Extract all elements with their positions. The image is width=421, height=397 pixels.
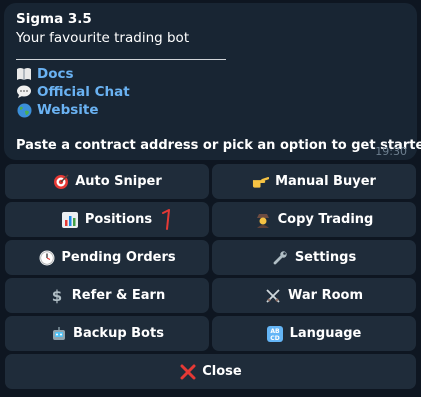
divider [16,59,226,60]
detective-icon [255,211,272,228]
pending-orders-label: Pending Orders [61,250,176,265]
auto-sniper-label: Auto Sniper [75,174,162,189]
pending-orders-button[interactable]: Pending Orders [5,240,209,275]
website-link-row[interactable]: Website [16,102,99,118]
message-subtitle: Your favourite trading bot [16,30,190,46]
abcd-input-icon: AB CD [267,325,284,342]
message-prompt: Paste a contract address or pick an opti… [16,138,421,153]
positions-label: Positions [84,212,153,227]
target-icon [52,173,69,190]
robot-icon [50,325,67,342]
auto-sniper-button[interactable]: Auto Sniper [5,164,209,199]
book-icon [16,66,32,82]
bar-chart-icon [62,211,79,228]
refer-earn-button[interactable]: $ Refer & Earn [5,278,209,313]
backup-bots-button[interactable]: Backup Bots [5,316,209,351]
close-label: Close [202,364,242,379]
refer-earn-label: Refer & Earn [71,288,166,303]
official-chat-link[interactable]: Official Chat [37,84,130,100]
docs-link[interactable]: Docs [37,66,74,82]
message-title: Sigma 3.5 [16,11,92,27]
annotation-mark [162,209,170,230]
backup-bots-label: Backup Bots [73,326,164,341]
war-room-button[interactable]: War Room [212,278,416,313]
official-chat-link-row[interactable]: Official Chat [16,84,130,100]
crossed-swords-icon [265,287,282,304]
language-label: Language [289,326,362,341]
chat-view: Sigma 3.5 Your favourite trading bot Doc… [0,0,421,397]
wrench-icon [272,249,289,266]
settings-label: Settings [294,250,357,265]
message-timestamp: 19:30 [375,145,407,158]
war-room-label: War Room [287,288,363,303]
dollar-icon: $ [49,287,66,304]
copy-trading-button[interactable]: Copy Trading [212,202,416,237]
positions-button[interactable]: Positions [5,202,209,237]
svg-text:CD: CD [270,335,279,342]
svg-text:AB: AB [271,328,281,335]
clock-icon [38,249,55,266]
website-link[interactable]: Website [37,102,99,118]
svg-text:$: $ [52,288,62,304]
docs-link-row[interactable]: Docs [16,66,74,82]
speech-bubble-icon [16,84,32,100]
copy-trading-label: Copy Trading [277,212,374,227]
manual-buyer-label: Manual Buyer [275,174,376,189]
settings-button[interactable]: Settings [212,240,416,275]
globe-icon [16,102,32,118]
manual-buyer-button[interactable]: Manual Buyer [212,164,416,199]
language-button[interactable]: AB CD Language [212,316,416,351]
close-button[interactable]: Close [5,354,416,389]
pointing-hand-icon [252,173,270,190]
bot-message-bubble: Sigma 3.5 Your favourite trading bot Doc… [4,3,421,160]
red-x-icon [179,363,196,380]
